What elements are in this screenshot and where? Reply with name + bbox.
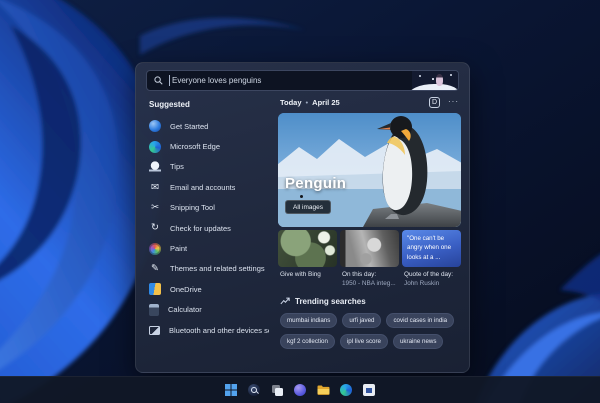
email-icon: ✉ xyxy=(151,181,159,193)
search-orb-icon xyxy=(248,384,260,396)
folder-icon xyxy=(317,385,329,395)
file-explorer-button[interactable] xyxy=(315,382,332,399)
star-icon xyxy=(419,75,421,77)
calculator-icon xyxy=(149,303,159,316)
paint-icon xyxy=(149,242,161,255)
sidebar-item-email-accounts[interactable]: ✉ Email and accounts xyxy=(140,177,278,197)
daily-content-section: Today • April 25 D ··· Penguin All image… xyxy=(278,95,461,349)
desktop: Everyone loves penguins Suggested Get St… xyxy=(0,0,600,403)
search-query-text: Everyone loves penguins xyxy=(172,76,262,85)
snipping-tool-icon: ✂ xyxy=(151,202,159,213)
trending-pill[interactable]: ukraine news xyxy=(392,333,444,349)
date-heading: Today • April 25 xyxy=(280,98,340,107)
on-this-day-card[interactable]: On this day: 1950 - NBA integ... xyxy=(340,230,399,287)
store-icon xyxy=(363,384,375,396)
card-caption: Quote of the day: xyxy=(404,271,454,278)
date-separator: • xyxy=(305,97,309,107)
trending-heading: Trending searches xyxy=(295,296,366,306)
all-images-button[interactable]: All images xyxy=(285,200,331,214)
account-avatar[interactable]: D xyxy=(429,96,440,108)
trending-icon xyxy=(280,297,290,305)
get-started-icon xyxy=(149,120,161,133)
star-icon xyxy=(450,74,452,76)
taskbar xyxy=(0,376,600,403)
sidebar-item-microsoft-edge[interactable]: Microsoft Edge xyxy=(140,136,278,156)
content-header: Today • April 25 D ··· xyxy=(278,95,461,109)
card-subcaption: 1950 - NBA integ... xyxy=(342,279,396,287)
task-view-button[interactable] xyxy=(269,382,286,399)
sidebar-item-calculator[interactable]: Calculator xyxy=(140,300,278,320)
tips-icon xyxy=(149,160,161,173)
sidebar-item-themes[interactable]: ✎ Themes and related settings xyxy=(140,259,278,279)
chat-icon xyxy=(294,384,306,396)
text-caret xyxy=(169,75,170,86)
store-button[interactable] xyxy=(361,382,378,399)
give-with-bing-image xyxy=(278,230,337,267)
sidebar-item-get-started[interactable]: Get Started xyxy=(140,116,278,136)
on-this-day-image xyxy=(340,230,399,267)
sidebar-item-check-updates[interactable]: ↻ Check for updates xyxy=(140,218,278,238)
card-caption: On this day: xyxy=(342,271,377,278)
trending-section: Trending searches mumbai indians urfi ja… xyxy=(278,297,461,349)
sidebar-item-bluetooth-devices[interactable]: Bluetooth and other devices sett... xyxy=(140,320,278,340)
onedrive-icon xyxy=(149,283,161,296)
snow-mound xyxy=(408,84,458,90)
trending-pill[interactable]: ipl live score xyxy=(339,333,388,349)
search-button[interactable] xyxy=(246,382,263,399)
trending-pill[interactable]: covid cases in india xyxy=(386,312,455,328)
edge-button[interactable] xyxy=(338,382,355,399)
star-icon xyxy=(432,78,434,80)
trending-pill[interactable]: kgf 2 collection xyxy=(280,333,335,349)
card-caption: Give with Bing xyxy=(280,271,321,278)
themes-icon: ✎ xyxy=(151,263,159,275)
suggested-heading: Suggested xyxy=(149,100,190,109)
quote-text: "One can't be angry when one looks at a … xyxy=(402,230,461,267)
chat-button[interactable] xyxy=(292,382,309,399)
edge-icon xyxy=(149,140,161,153)
start-button[interactable] xyxy=(223,382,240,399)
date-label: April 25 xyxy=(312,97,340,107)
sidebar-item-tips[interactable]: Tips xyxy=(140,157,278,177)
quote-of-the-day-card[interactable]: "One can't be angry when one looks at a … xyxy=(402,230,461,287)
today-label: Today xyxy=(280,97,302,107)
hero-title: Penguin xyxy=(285,175,347,192)
search-input[interactable]: Everyone loves penguins xyxy=(146,70,459,91)
penguin-illustration xyxy=(408,71,458,90)
hero-image-card[interactable]: Penguin All images xyxy=(278,113,461,227)
search-icon xyxy=(154,76,163,85)
search-flyout-panel: Everyone loves penguins Suggested Get St… xyxy=(135,62,470,373)
updates-icon: ↻ xyxy=(151,222,159,234)
pagination-dot xyxy=(300,195,303,198)
sidebar-item-paint[interactable]: Paint xyxy=(140,238,278,258)
edge-browser-icon xyxy=(340,384,352,396)
windows-logo-icon xyxy=(225,384,237,396)
more-options-icon[interactable]: ··· xyxy=(448,98,459,106)
suggested-section: Suggested Get Started Microsoft Edge Tip… xyxy=(140,95,278,340)
mini-penguin-icon xyxy=(436,74,443,86)
give-with-bing-card[interactable]: Give with Bing xyxy=(278,230,337,287)
devices-icon xyxy=(149,325,160,335)
sidebar-item-onedrive[interactable]: OneDrive xyxy=(140,279,278,299)
sidebar-item-snipping-tool[interactable]: ✂ Snipping Tool xyxy=(140,198,278,218)
card-subcaption: John Ruskin xyxy=(404,279,440,287)
daily-cards-row: Give with Bing On this day: 1950 - NBA i… xyxy=(278,230,461,287)
trending-pill[interactable]: mumbai indians xyxy=(280,312,338,328)
trending-pill[interactable]: urfi javed xyxy=(342,312,382,328)
